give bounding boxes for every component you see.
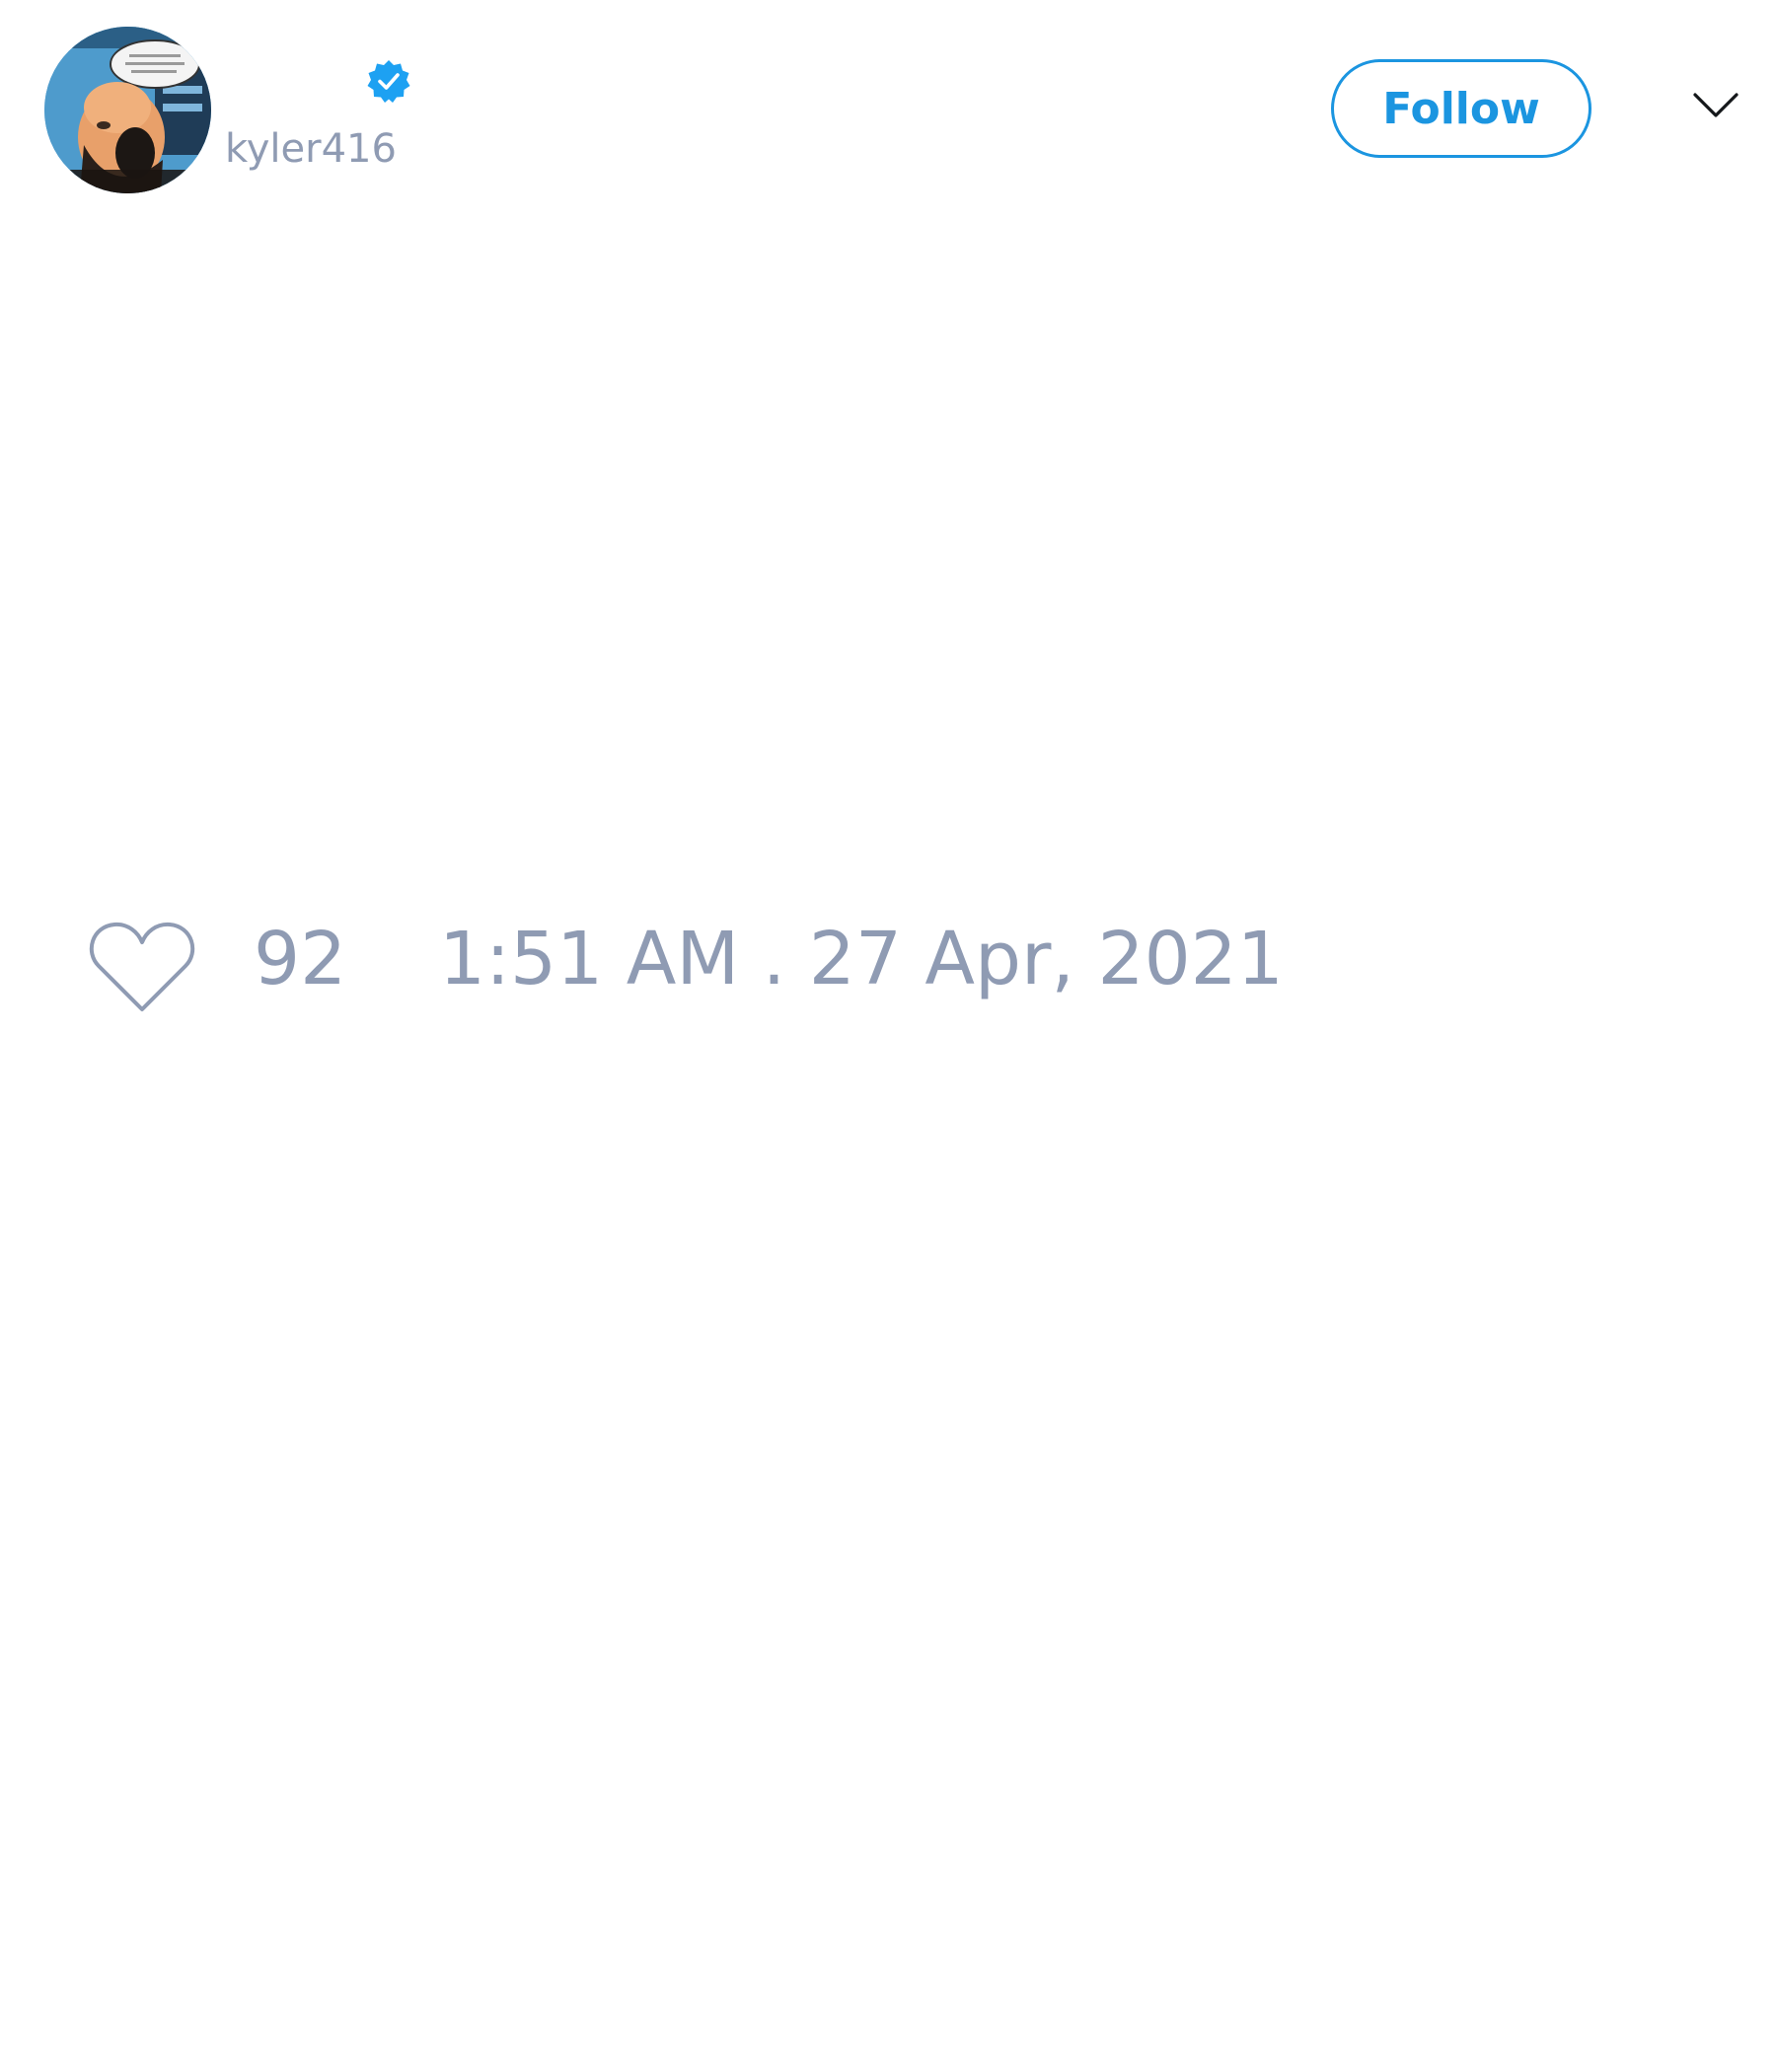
avatar[interactable]: [44, 27, 211, 193]
tweet-footer: 92 1:51 AM . 27 Apr, 2021: [0, 913, 1776, 1031]
heart-icon[interactable]: [89, 919, 195, 1015]
tweet-card: kyler416 Follow 92 1:51 AM . 27 Apr, 202…: [0, 0, 1776, 2072]
verified-badge-icon: [367, 60, 410, 103]
chevron-down-icon[interactable]: [1692, 91, 1739, 120]
like-count: 92: [254, 917, 347, 1001]
avatar-image: [44, 27, 211, 193]
follow-button[interactable]: Follow: [1331, 59, 1591, 158]
timestamp[interactable]: 1:51 AM . 27 Apr, 2021: [439, 923, 1284, 996]
username[interactable]: kyler416: [225, 126, 397, 172]
